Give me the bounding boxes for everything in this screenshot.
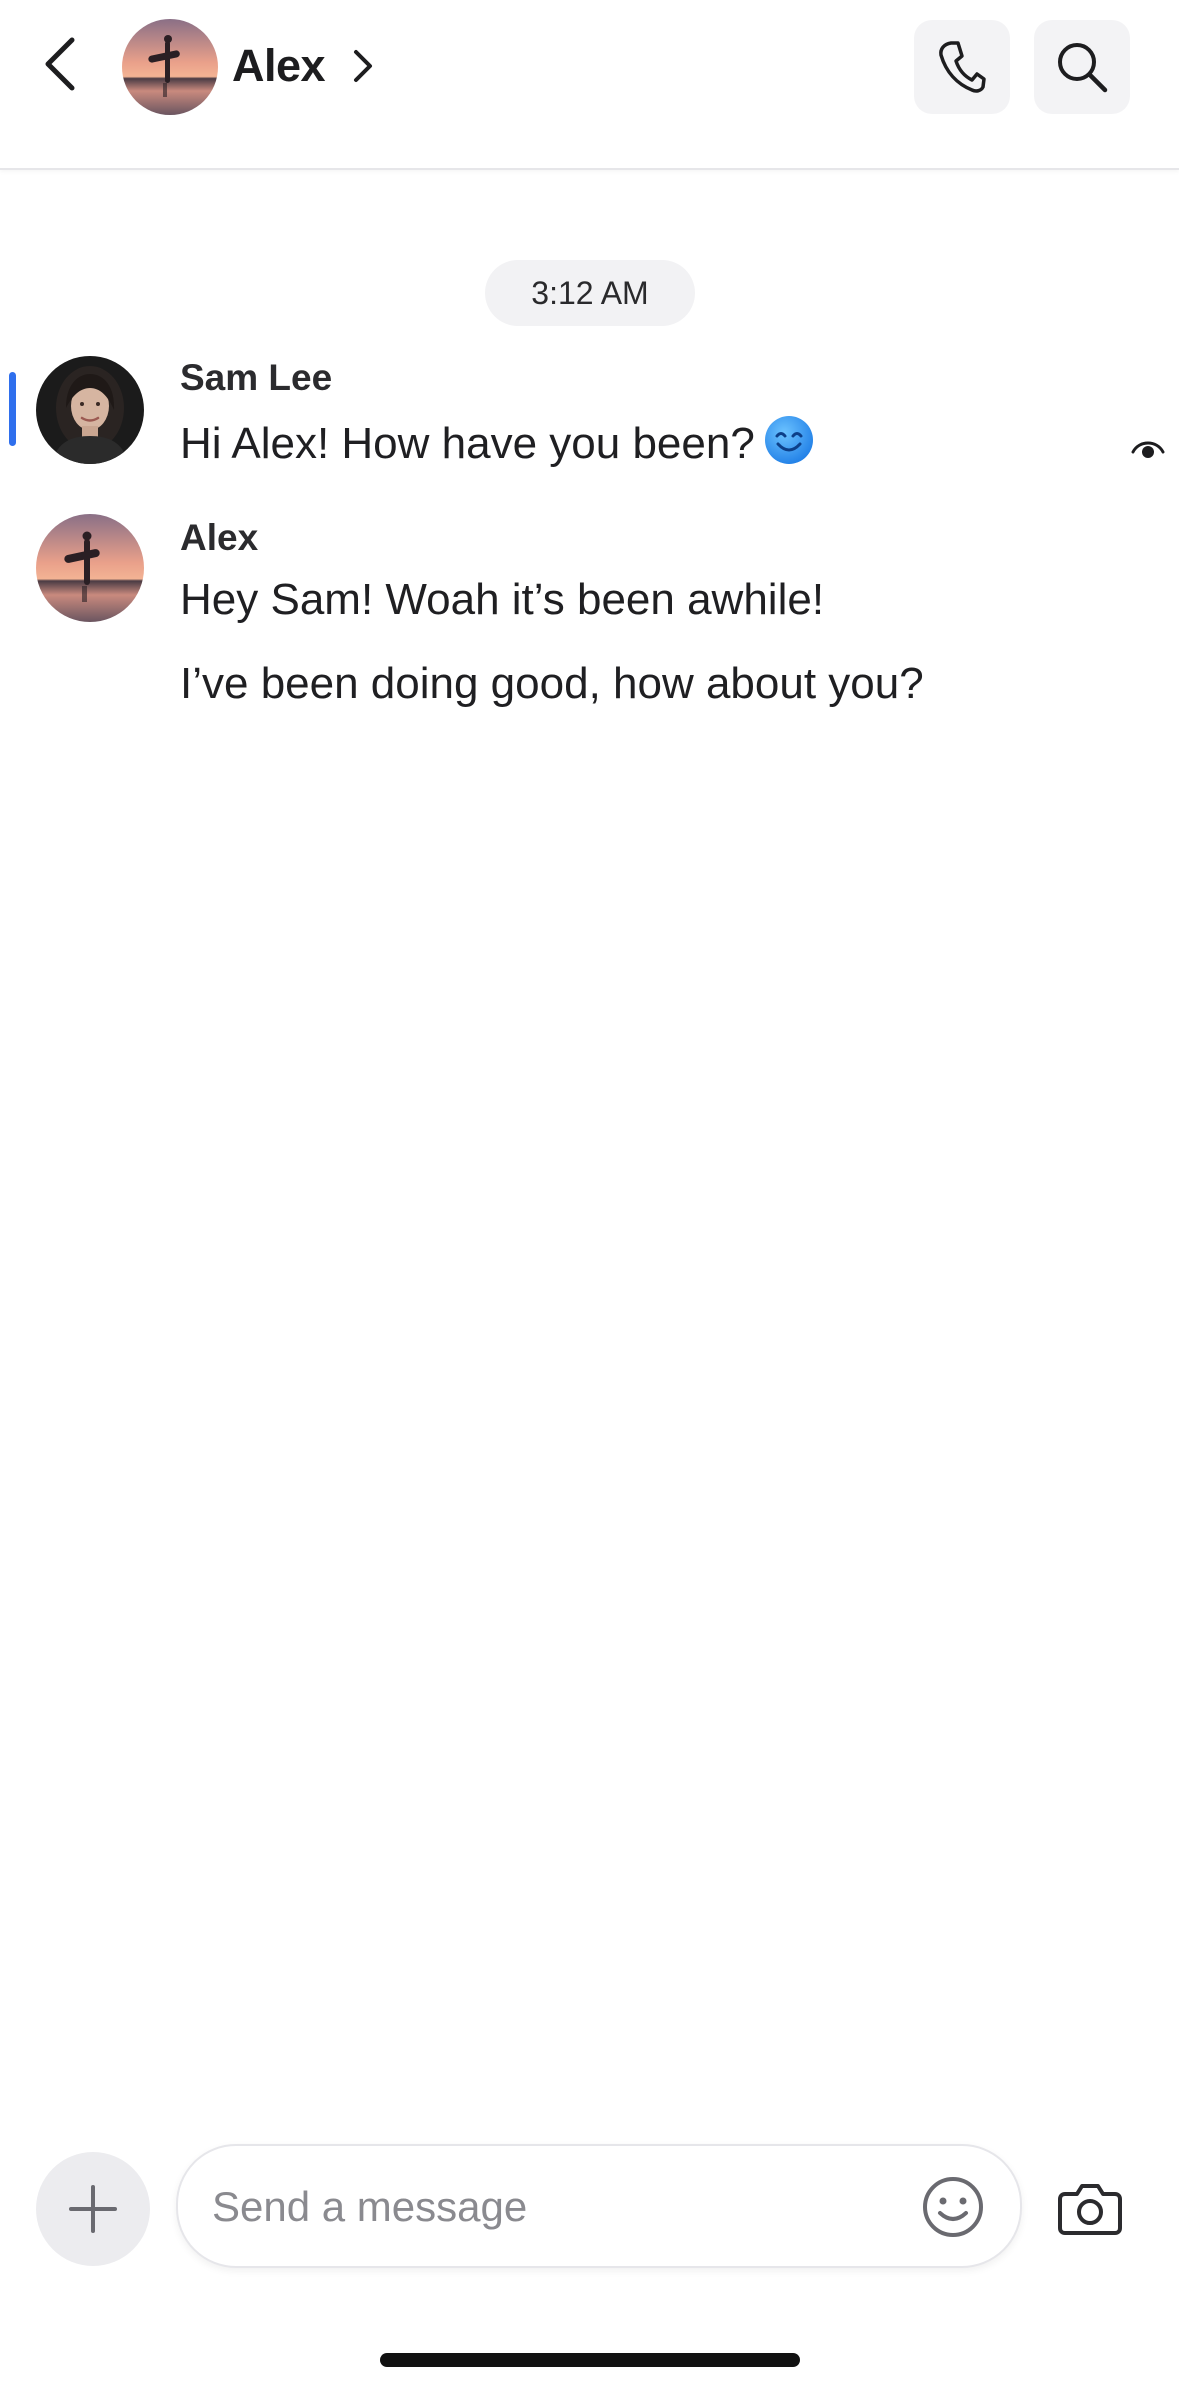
- back-button[interactable]: [28, 28, 92, 100]
- message-text-content: Hi Alex! How have you been?: [180, 419, 755, 468]
- contact-details-chevron[interactable]: [345, 44, 381, 88]
- sender-name: Sam Lee: [180, 357, 333, 398]
- message-text[interactable]: Hi Alex! How have you been?: [180, 414, 815, 480]
- message-text[interactable]: Hey Sam! Woah it’s been awhile!: [180, 572, 824, 628]
- search-button[interactable]: [1034, 20, 1130, 114]
- unread-indicator: [9, 372, 16, 446]
- smiley-icon: [923, 2177, 983, 2237]
- plus-icon: [69, 2185, 117, 2233]
- chat-header: Alex: [0, 0, 1179, 170]
- eye-icon: [1131, 441, 1165, 458]
- chat-screen: Alex 3:12 AM Sam Lee Hi Alex! How have y…: [0, 0, 1179, 2396]
- phone-icon: [939, 41, 986, 93]
- call-button[interactable]: [914, 20, 1010, 114]
- message-composer: [176, 2144, 1022, 2268]
- contact-name[interactable]: Alex: [232, 38, 326, 94]
- home-indicator: [380, 2353, 800, 2367]
- search-icon: [1058, 43, 1108, 93]
- emoji-button[interactable]: [918, 2172, 988, 2242]
- sender-avatar-alex[interactable]: [36, 514, 144, 622]
- camera-button[interactable]: [1050, 2170, 1130, 2246]
- chevron-right-icon: [354, 50, 372, 82]
- smiling-face-icon: [763, 414, 815, 480]
- message-input[interactable]: [210, 2166, 854, 2248]
- camera-icon: [1058, 2184, 1122, 2235]
- message-text[interactable]: I’ve been doing good, how about you?: [180, 656, 924, 712]
- chevron-left-icon: [45, 37, 75, 91]
- contact-avatar[interactable]: [122, 19, 218, 115]
- add-attachment-button[interactable]: [36, 2152, 150, 2266]
- sender-avatar-sam[interactable]: [36, 356, 144, 464]
- timestamp-pill: 3:12 AM: [485, 260, 695, 326]
- sender-name: Alex: [180, 517, 259, 558]
